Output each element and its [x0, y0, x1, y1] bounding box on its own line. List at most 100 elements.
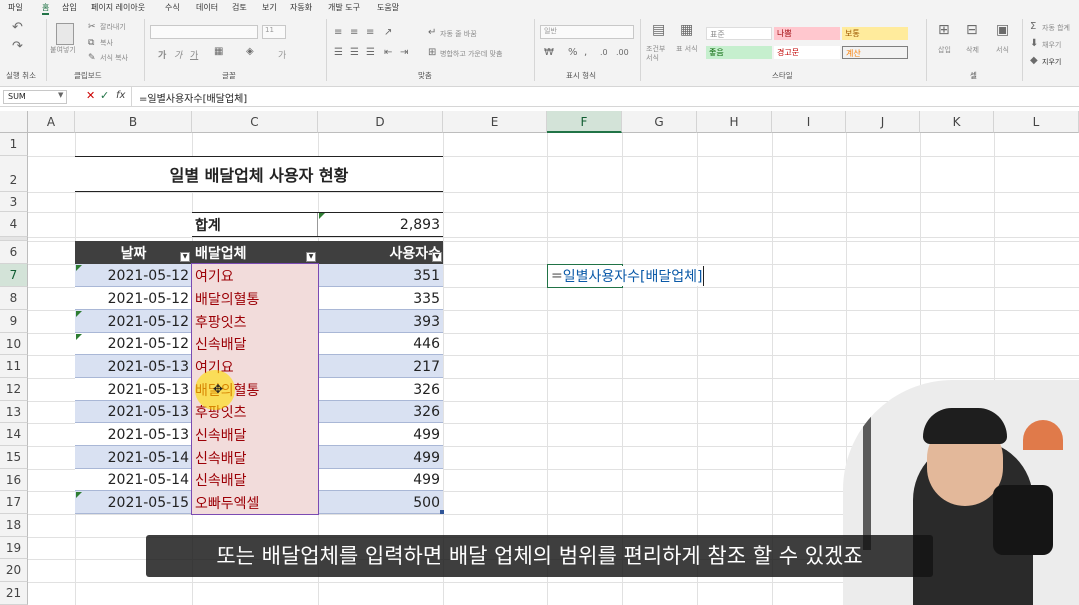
column-header-h[interactable]: H — [697, 111, 772, 133]
outdent-icon[interactable]: ⇥ — [400, 48, 408, 58]
format-painter-button[interactable]: 서식 복사 — [100, 53, 128, 63]
date-cell[interactable]: 2021-05-13 — [75, 423, 192, 446]
users-cell[interactable]: 499 — [318, 423, 443, 446]
row-header-4[interactable]: 4 — [0, 212, 28, 237]
users-cell[interactable]: 499 — [318, 469, 443, 491]
row-header-8[interactable]: 8 — [0, 287, 28, 310]
fill-icon[interactable]: ⬇ — [1030, 39, 1038, 49]
paste-icon[interactable] — [56, 23, 74, 45]
tab-home[interactable]: 홈 — [42, 2, 50, 15]
tab-data[interactable]: 데이터 — [196, 2, 218, 13]
users-cell[interactable]: 335 — [318, 287, 443, 310]
align-right-icon[interactable]: ☰ — [366, 48, 375, 58]
date-cell[interactable]: 2021-05-14 — [75, 469, 192, 491]
tab-formulas[interactable]: 수식 — [165, 2, 180, 13]
company-cell[interactable]: 후팡잇츠 — [192, 310, 318, 333]
comma-icon[interactable]: , — [584, 48, 587, 58]
column-header-d[interactable]: D — [318, 111, 443, 133]
insert-cells-icon[interactable]: ⊞ — [938, 23, 950, 37]
row-header-3[interactable]: 3 — [0, 192, 28, 212]
date-cell[interactable]: 2021-05-12 — [75, 287, 192, 310]
number-format-combo[interactable]: 일반 — [540, 25, 634, 39]
date-cell[interactable]: 2021-05-12 — [75, 264, 192, 287]
style-calculation[interactable]: 계산 — [842, 46, 908, 59]
users-cell[interactable]: 326 — [318, 401, 443, 423]
undo-icon[interactable]: ↶ — [12, 21, 23, 34]
style-neutral[interactable]: 보통 — [842, 27, 908, 40]
column-header-i[interactable]: I — [772, 111, 846, 133]
font-color-icon[interactable]: 가 — [278, 48, 286, 61]
merge-center-button[interactable]: 병합하고 가운데 맞춤 — [440, 49, 502, 59]
row-header-16[interactable]: 16 — [0, 469, 28, 491]
align-center-icon[interactable]: ☰ — [350, 48, 359, 58]
column-header-l[interactable]: L — [994, 111, 1079, 133]
currency-icon[interactable]: ₩ — [544, 48, 554, 58]
font-name-combo[interactable] — [150, 25, 258, 39]
users-cell[interactable]: 326 — [318, 378, 443, 401]
conditional-format-icon[interactable]: ▤ — [652, 23, 665, 37]
row-header-7[interactable]: 7 — [0, 264, 28, 287]
row-header-14[interactable]: 14 — [0, 423, 28, 446]
column-header-j[interactable]: J — [846, 111, 920, 133]
fill-color-icon[interactable]: ◈ — [246, 47, 254, 57]
row-header-2[interactable]: 2 — [0, 156, 28, 192]
table-resize-handle[interactable] — [440, 510, 444, 514]
cancel-icon[interactable]: ✕ — [86, 89, 95, 102]
enter-icon[interactable]: ✓ — [100, 89, 109, 102]
align-middle-icon[interactable]: ≡ — [350, 28, 358, 38]
company-cell[interactable]: 오빠두엑셀 — [192, 491, 318, 514]
autosum-button[interactable]: 자동 합계 — [1042, 23, 1070, 33]
autosum-icon[interactable]: Σ — [1030, 22, 1036, 32]
column-header-k[interactable]: K — [920, 111, 994, 133]
cut-button[interactable]: 잘라내기 — [100, 22, 126, 32]
paste-button[interactable]: 붙여넣기 — [50, 45, 76, 55]
row-header-15[interactable]: 15 — [0, 446, 28, 469]
wrap-text-icon[interactable]: ↵ — [428, 28, 436, 38]
name-box-dropdown-icon[interactable]: ▼ — [58, 91, 63, 99]
wrap-text-button[interactable]: 자동 줄 바꿈 — [440, 29, 477, 39]
users-cell[interactable]: 217 — [318, 355, 443, 378]
merge-center-icon[interactable]: ⊞ — [428, 48, 436, 58]
company-cell[interactable]: 신속배달 — [192, 423, 318, 446]
date-cell[interactable]: 2021-05-12 — [75, 333, 192, 355]
orientation-icon[interactable]: ↗ — [384, 28, 392, 38]
company-cell[interactable]: 신속배달 — [192, 333, 318, 355]
row-header-10[interactable]: 10 — [0, 333, 28, 355]
row-header-17[interactable]: 17 — [0, 491, 28, 514]
formula-input[interactable]: =일별사용자수[배달업체] — [139, 90, 247, 105]
filter-dropdown-date-icon[interactable]: ▼ — [180, 252, 190, 262]
row-header-9[interactable]: 9 — [0, 310, 28, 333]
date-cell[interactable]: 2021-05-15 — [75, 491, 192, 514]
users-cell[interactable]: 500 — [318, 491, 443, 514]
clear-button[interactable]: 지우기 — [1042, 57, 1061, 67]
indent-icon[interactable]: ⇤ — [384, 48, 392, 58]
copy-button[interactable]: 복사 — [100, 38, 113, 48]
row-header-6[interactable]: 6 — [0, 241, 28, 264]
conditional-format-button[interactable]: 조건부 서식 — [646, 45, 670, 63]
increase-decimal-icon[interactable]: .0 — [600, 48, 608, 58]
row-header-12[interactable]: 12 — [0, 378, 28, 401]
users-cell[interactable]: 351 — [318, 264, 443, 287]
column-header-e[interactable]: E — [443, 111, 547, 133]
column-header-c[interactable]: C — [192, 111, 318, 133]
column-header-f[interactable]: F — [547, 111, 622, 133]
row-header-21[interactable]: 21 — [0, 582, 28, 605]
border-icon[interactable]: ▦ — [214, 47, 223, 57]
company-cell[interactable]: 여기요 — [192, 264, 318, 287]
percent-icon[interactable]: % — [568, 48, 578, 58]
select-all-corner[interactable] — [0, 111, 28, 133]
delete-cells-button[interactable]: 삭제 — [966, 45, 979, 55]
style-normal[interactable]: 표준 — [706, 27, 772, 40]
underline-icon[interactable]: 가 — [190, 48, 198, 61]
tab-help[interactable]: 도움말 — [377, 2, 399, 13]
row-header-20[interactable]: 20 — [0, 559, 28, 582]
column-header-g[interactable]: G — [622, 111, 697, 133]
row-header-13[interactable]: 13 — [0, 401, 28, 423]
tab-developer[interactable]: 개발 도구 — [328, 2, 360, 13]
column-header-a[interactable]: A — [28, 111, 75, 133]
tab-insert[interactable]: 삽입 — [62, 2, 77, 13]
users-cell[interactable]: 393 — [318, 310, 443, 333]
date-cell[interactable]: 2021-05-12 — [75, 310, 192, 333]
company-cell[interactable]: 배달의혈통 — [192, 287, 318, 310]
date-cell[interactable]: 2021-05-13 — [75, 378, 192, 401]
